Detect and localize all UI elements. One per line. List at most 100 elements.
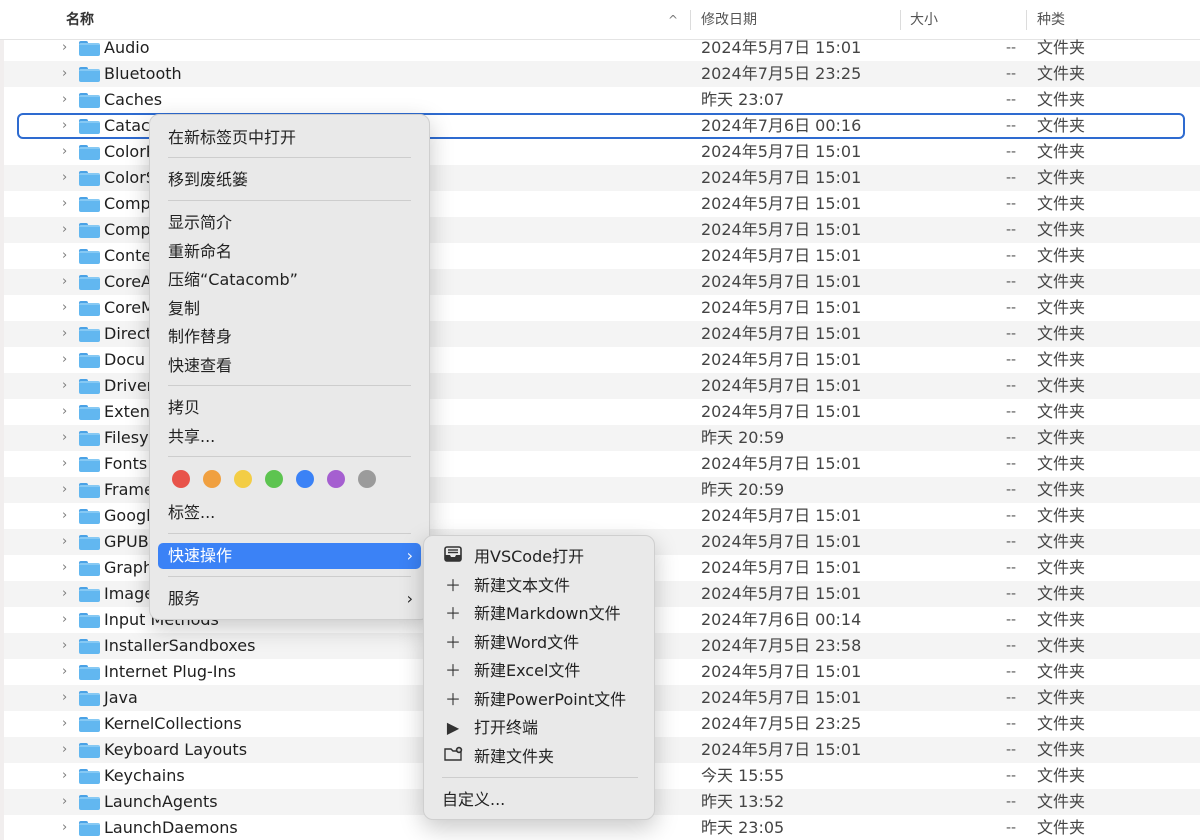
tag-color-dot[interactable]: [203, 470, 221, 488]
menu-make-alias[interactable]: 制作替身: [158, 324, 421, 350]
disclosure-chevron-icon[interactable]: ›: [62, 327, 72, 341]
column-divider[interactable]: [1026, 10, 1027, 30]
menu-copy[interactable]: 拷贝: [158, 395, 421, 421]
disclosure-chevron-icon[interactable]: ›: [62, 197, 72, 211]
menu-services[interactable]: 服务 ›: [158, 586, 421, 612]
disclosure-chevron-icon[interactable]: ›: [62, 639, 72, 653]
disclosure-chevron-icon[interactable]: ›: [62, 171, 72, 185]
file-name: GPUB: [104, 532, 149, 551]
menu-tags[interactable]: 标签...: [158, 500, 421, 526]
file-size: --: [1006, 92, 1017, 108]
menu-get-info[interactable]: 显示简介: [158, 210, 421, 236]
submenu-new-folder[interactable]: 新建文件夹: [432, 744, 648, 770]
disclosure-chevron-icon[interactable]: ›: [62, 249, 72, 263]
disclosure-chevron-icon[interactable]: ›: [62, 405, 72, 419]
menu-duplicate[interactable]: 复制: [158, 296, 421, 322]
disclosure-chevron-icon[interactable]: ›: [62, 613, 72, 627]
file-modified-date: 2024年5月7日 15:01: [701, 454, 862, 473]
context-menu: 在新标签页中打开 移到废纸篓 显示简介 重新命名 压缩“Catacomb” 复制…: [149, 114, 430, 620]
disclosure-chevron-icon[interactable]: ›: [62, 665, 72, 679]
submenu-new-powerpoint-file[interactable]: ＋ 新建PowerPoint文件: [432, 687, 648, 713]
disclosure-chevron-icon[interactable]: ›: [62, 223, 72, 237]
disclosure-chevron-icon[interactable]: ›: [62, 93, 72, 107]
submenu-new-excel-file[interactable]: ＋ 新建Excel文件: [432, 658, 648, 684]
disclosure-chevron-icon[interactable]: ›: [62, 717, 72, 731]
tag-color-dot[interactable]: [265, 470, 283, 488]
table-row[interactable]: › Caches 昨天 23:07 -- 文件夹: [4, 87, 1200, 113]
disclosure-chevron-icon[interactable]: ›: [62, 275, 72, 289]
file-size: --: [1006, 690, 1017, 706]
column-divider[interactable]: [690, 10, 691, 30]
submenu-open-vscode[interactable]: 用VSCode打开: [432, 544, 648, 570]
file-size: --: [1006, 612, 1017, 628]
disclosure-chevron-icon[interactable]: ›: [62, 379, 72, 393]
tag-color-dot[interactable]: [358, 470, 376, 488]
column-name[interactable]: 名称: [66, 0, 94, 40]
disclosure-chevron-icon[interactable]: ›: [62, 769, 72, 783]
folder-icon: [79, 691, 100, 706]
menu-rename[interactable]: 重新命名: [158, 239, 421, 265]
disclosure-chevron-icon[interactable]: ›: [62, 691, 72, 705]
file-kind: 文件夹: [1037, 194, 1086, 213]
file-name: CoreA: [104, 272, 152, 291]
tag-color-dot[interactable]: [172, 470, 190, 488]
folder-icon: [79, 275, 100, 290]
disclosure-chevron-icon[interactable]: ›: [62, 795, 72, 809]
disclosure-chevron-icon[interactable]: ›: [62, 535, 72, 549]
tag-color-picker: [172, 470, 392, 490]
file-size: --: [1006, 716, 1017, 732]
file-modified-date: 昨天 23:07: [701, 90, 785, 109]
file-kind: 文件夹: [1037, 454, 1086, 473]
menu-share[interactable]: 共享...: [158, 424, 421, 450]
disclosure-chevron-icon[interactable]: ›: [62, 821, 72, 835]
tag-color-dot[interactable]: [234, 470, 252, 488]
play-icon: ▶: [446, 718, 460, 737]
column-divider[interactable]: [900, 10, 901, 30]
submenu-customize[interactable]: 自定义...: [432, 787, 648, 813]
disclosure-chevron-icon[interactable]: ›: [62, 119, 72, 133]
submenu-new-markdown-file[interactable]: ＋ 新建Markdown文件: [432, 601, 648, 627]
disclosure-chevron-icon[interactable]: ›: [62, 509, 72, 523]
disclosure-chevron-icon[interactable]: ›: [62, 457, 72, 471]
folder-icon: [79, 145, 100, 160]
disclosure-chevron-icon[interactable]: ›: [62, 587, 72, 601]
disclosure-chevron-icon[interactable]: ›: [62, 561, 72, 575]
file-kind: 文件夹: [1037, 220, 1086, 239]
submenu-new-word-file[interactable]: ＋ 新建Word文件: [432, 630, 648, 656]
disclosure-chevron-icon[interactable]: ›: [62, 353, 72, 367]
submenu-new-text-file[interactable]: ＋ 新建文本文件: [432, 573, 648, 599]
menu-compress[interactable]: 压缩“Catacomb”: [158, 267, 421, 293]
folder-icon: [79, 249, 100, 264]
file-name: Direct: [104, 324, 152, 343]
file-name: LaunchDaemons: [104, 818, 238, 837]
disclosure-chevron-icon[interactable]: ›: [62, 743, 72, 757]
disclosure-chevron-icon[interactable]: ›: [62, 41, 72, 55]
disclosure-chevron-icon[interactable]: ›: [62, 67, 72, 81]
column-size[interactable]: 大小: [910, 0, 938, 40]
file-name: Frame: [104, 480, 154, 499]
disclosure-chevron-icon[interactable]: ›: [62, 431, 72, 445]
file-kind: 文件夹: [1037, 480, 1086, 499]
folder-icon: [79, 379, 100, 394]
file-modified-date: 昨天 20:59: [701, 428, 785, 447]
disclosure-chevron-icon[interactable]: ›: [62, 301, 72, 315]
file-modified-date: 2024年5月7日 15:01: [701, 350, 862, 369]
tag-color-dot[interactable]: [327, 470, 345, 488]
table-row[interactable]: › Audio 2024年5月7日 15:01 -- 文件夹: [4, 35, 1200, 61]
disclosure-chevron-icon[interactable]: ›: [62, 145, 72, 159]
file-kind: 文件夹: [1037, 402, 1086, 421]
menu-quick-look[interactable]: 快速查看: [158, 353, 421, 379]
table-row[interactable]: › Bluetooth 2024年7月5日 23:25 -- 文件夹: [4, 61, 1200, 87]
tag-color-dot[interactable]: [296, 470, 314, 488]
menu-quick-actions[interactable]: 快速操作 ›: [158, 543, 421, 569]
disclosure-chevron-icon[interactable]: ›: [62, 483, 72, 497]
file-size: --: [1006, 456, 1017, 472]
file-name: InstallerSandboxes: [104, 636, 256, 655]
file-kind: 文件夹: [1037, 688, 1086, 707]
menu-open-new-tab[interactable]: 在新标签页中打开: [158, 125, 421, 151]
column-kind[interactable]: 种类: [1037, 0, 1065, 40]
file-kind: 文件夹: [1037, 168, 1086, 187]
submenu-open-terminal[interactable]: ▶ 打开终端: [432, 715, 648, 741]
column-modified[interactable]: 修改日期: [701, 0, 757, 40]
menu-move-to-trash[interactable]: 移到废纸篓: [158, 167, 421, 193]
